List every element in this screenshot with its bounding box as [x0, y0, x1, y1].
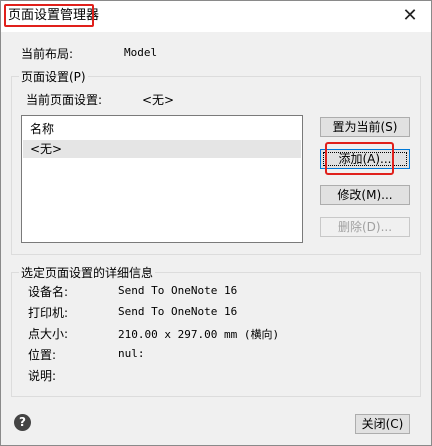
list-header: 名称 — [30, 122, 55, 136]
where-value: nul: — [118, 347, 145, 360]
help-icon[interactable]: ? — [14, 414, 31, 431]
current-layout-label: 当前布局: — [21, 47, 74, 61]
title-highlight-box — [4, 4, 94, 27]
set-current-button[interactable]: 置为当前(S) — [320, 117, 410, 137]
device-name-label: 设备名: — [28, 285, 69, 299]
title-bar: 页面设置管理器 ✕ — [1, 1, 431, 32]
page-setup-manager-dialog: 页面设置管理器 ✕ 当前布局: Model 页面设置(P) 当前页面设置: <无… — [0, 0, 432, 446]
details-group-label: 选定页面设置的详细信息 — [19, 264, 156, 281]
close-icon[interactable]: ✕ — [399, 5, 421, 27]
delete-button: 删除(D)... — [320, 217, 410, 237]
page-setup-list[interactable]: 名称 <无> — [21, 115, 303, 243]
plotter-label: 打印机: — [28, 306, 69, 320]
current-page-setup-label: 当前页面设置: — [26, 93, 103, 107]
modify-button[interactable]: 修改(M)... — [320, 185, 410, 205]
add-highlight-box — [325, 142, 394, 175]
current-layout-value: Model — [124, 46, 158, 59]
description-label: 说明: — [28, 369, 57, 383]
device-name-value: Send To OneNote 16 — [118, 284, 238, 297]
where-label: 位置: — [28, 348, 57, 362]
plot-size-label: 点大小: — [28, 327, 69, 341]
page-setup-group-label: 页面设置(P) — [19, 68, 88, 85]
plotter-value: Send To OneNote 16 — [118, 305, 238, 318]
current-page-setup-value: <无> — [142, 93, 175, 107]
plot-size-value: 210.00 x 297.00 mm (横向) — [118, 328, 280, 341]
list-item[interactable]: <无> — [23, 140, 301, 158]
close-button[interactable]: 关闭(C) — [355, 414, 410, 434]
